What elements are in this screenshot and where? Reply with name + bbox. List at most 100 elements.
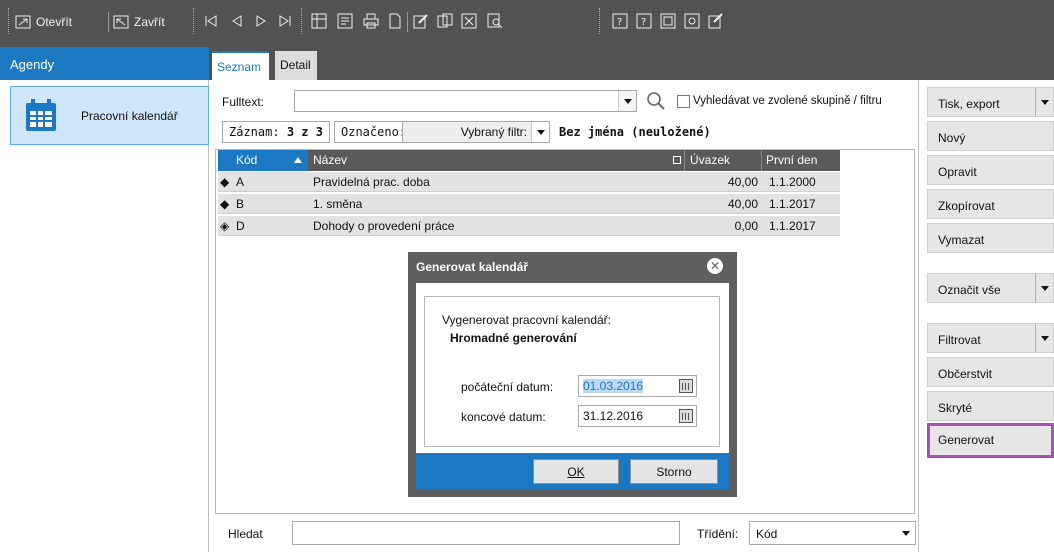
edit-button[interactable]: Opravit xyxy=(927,155,1054,185)
hidden-button[interactable]: Skryté xyxy=(927,391,1054,421)
copy-button[interactable]: Zkopírovat xyxy=(927,189,1054,219)
cancel-label: Storno xyxy=(656,464,692,479)
close-button[interactable]: Zavřít xyxy=(113,11,165,33)
record-value: 3 z 3 xyxy=(286,125,323,139)
table-row[interactable]: ◆ A Pravidelná prac. doba 40,00 1.1.2000 xyxy=(218,172,840,192)
last-record-icon[interactable] xyxy=(276,12,294,30)
column-header-name[interactable]: Název xyxy=(313,153,347,167)
table-view-icon[interactable] xyxy=(310,12,328,30)
new-document-icon[interactable] xyxy=(386,12,404,30)
action-label: Tisk, export xyxy=(938,97,1000,111)
filter-dropdown-button[interactable] xyxy=(531,122,549,142)
table-row[interactable]: ◆ B 1. směna 40,00 1.1.2017 xyxy=(218,194,840,214)
svg-text:?: ? xyxy=(641,17,646,28)
tab-label: Seznam xyxy=(217,60,262,74)
fulltext-dropdown-button[interactable] xyxy=(618,91,636,111)
cell-first-day: 1.1.2017 xyxy=(769,219,816,233)
dialog-group: Vygenerovat pracovní kalendář: Hromadné … xyxy=(424,296,720,447)
close-window-icon xyxy=(113,15,129,29)
find-input[interactable] xyxy=(292,521,680,545)
record-label: Záznam: xyxy=(229,125,280,139)
open-button[interactable]: Otevřít xyxy=(15,11,72,33)
column-divider xyxy=(761,150,762,171)
group-search-checkbox[interactable] xyxy=(677,95,690,108)
help-topics-icon[interactable] xyxy=(659,12,677,30)
ok-button[interactable]: OK xyxy=(533,459,619,484)
calendar-icon xyxy=(26,98,56,131)
print-icon[interactable] xyxy=(362,12,380,30)
customize-icon[interactable] xyxy=(707,12,725,30)
toolbar-grip xyxy=(193,8,194,34)
column-divider xyxy=(684,150,685,171)
action-label: Nový xyxy=(938,131,966,145)
select-all-button[interactable]: Označit vše xyxy=(927,273,1054,303)
calendar-picker-icon[interactable] xyxy=(679,409,693,423)
tab-label: Detail xyxy=(280,58,311,72)
start-date-value: 01.03.2016 xyxy=(583,379,644,393)
tab-list[interactable]: Seznam xyxy=(212,51,269,80)
open-icon xyxy=(15,15,31,29)
generate-calendar-dialog: Generovat kalendář ✕ Vygenerovat pracovn… xyxy=(408,252,737,497)
toolbar-separator xyxy=(108,12,109,32)
new-button[interactable]: Nový xyxy=(927,121,1054,151)
help-icon[interactable]: ? xyxy=(611,12,629,30)
cell-name: Pravidelná prac. doba xyxy=(313,175,430,189)
chevron-down-icon xyxy=(1040,99,1049,105)
grid-header: Kód Název Úvazek První den xyxy=(218,150,840,171)
table-row[interactable]: ◈ D Dohody o provedení práce 0,00 1.1.20… xyxy=(218,216,840,236)
end-date-field[interactable]: 31.12.2016 xyxy=(578,405,697,427)
tab-detail[interactable]: Detail xyxy=(275,51,317,80)
sort-select[interactable]: Kód xyxy=(749,521,916,545)
row-marker-icon: ◆ xyxy=(220,175,230,189)
first-record-icon[interactable] xyxy=(202,12,220,30)
cancel-button[interactable]: Storno xyxy=(630,459,718,484)
fulltext-input[interactable] xyxy=(294,90,637,112)
column-header-first-day[interactable]: První den xyxy=(766,153,817,167)
filter-label: Vybraný filtr: xyxy=(460,125,527,139)
generate-button[interactable]: Generovat xyxy=(927,423,1054,458)
context-help-icon[interactable]: ? xyxy=(635,12,653,30)
select-all-dropdown[interactable] xyxy=(1035,274,1053,302)
filter-button[interactable]: Filtrovat xyxy=(927,323,1054,353)
print-export-button[interactable]: Tisk, export xyxy=(927,87,1054,117)
column-header-code[interactable]: Kód xyxy=(236,153,257,167)
dialog-close-icon[interactable]: ✕ xyxy=(707,258,723,274)
filter-selector[interactable]: Vybraný filtr: xyxy=(402,121,550,143)
marked-label: Označeno: xyxy=(341,125,407,139)
previous-record-icon[interactable] xyxy=(228,12,246,30)
start-date-field[interactable]: 01.03.2016 xyxy=(578,375,697,397)
filter-dropdown[interactable] xyxy=(1035,324,1053,352)
chevron-down-icon xyxy=(902,530,910,536)
end-date-value: 31.12.2016 xyxy=(583,409,644,423)
search-icon[interactable] xyxy=(646,91,666,111)
settings-icon[interactable] xyxy=(683,12,701,30)
cell-first-day: 1.1.2017 xyxy=(769,197,816,211)
sort-ascending-icon xyxy=(294,157,302,163)
sort-label: Třídění: xyxy=(697,527,739,541)
action-label: Skryté xyxy=(938,401,973,415)
next-record-icon[interactable] xyxy=(252,12,270,30)
toolbar-grip xyxy=(8,8,9,34)
form-view-icon[interactable] xyxy=(336,12,354,30)
delete-button[interactable]: Vymazat xyxy=(927,223,1054,253)
toolbar-grip xyxy=(599,8,600,34)
print-export-dropdown[interactable] xyxy=(1035,88,1053,116)
agenda-item-work-calendar[interactable]: Pracovní kalendář xyxy=(10,86,209,145)
app-window: Otevřít Zavřít ? ? Agendy Pracovní kalen… xyxy=(0,0,1054,552)
sort-dropdown-button[interactable] xyxy=(897,522,915,544)
calendar-picker-icon[interactable] xyxy=(679,379,693,393)
column-header-hours[interactable]: Úvazek xyxy=(690,153,730,167)
refresh-button[interactable]: Občerstvit xyxy=(927,357,1054,387)
agendas-panel xyxy=(0,80,209,552)
column-filter-icon[interactable] xyxy=(673,156,681,164)
toolbar-separator xyxy=(407,12,408,32)
dialog-title: Generovat kalendář xyxy=(416,260,529,274)
edit-icon[interactable] xyxy=(412,12,430,30)
copy-icon[interactable] xyxy=(436,12,454,30)
delete-icon[interactable] xyxy=(460,12,478,30)
chevron-down-icon xyxy=(536,129,545,135)
main-toolbar: Otevřít Zavřít ? ? xyxy=(0,0,1054,47)
svg-text:?: ? xyxy=(617,17,622,28)
cell-name: 1. směna xyxy=(313,197,363,211)
preview-icon[interactable] xyxy=(486,12,504,30)
